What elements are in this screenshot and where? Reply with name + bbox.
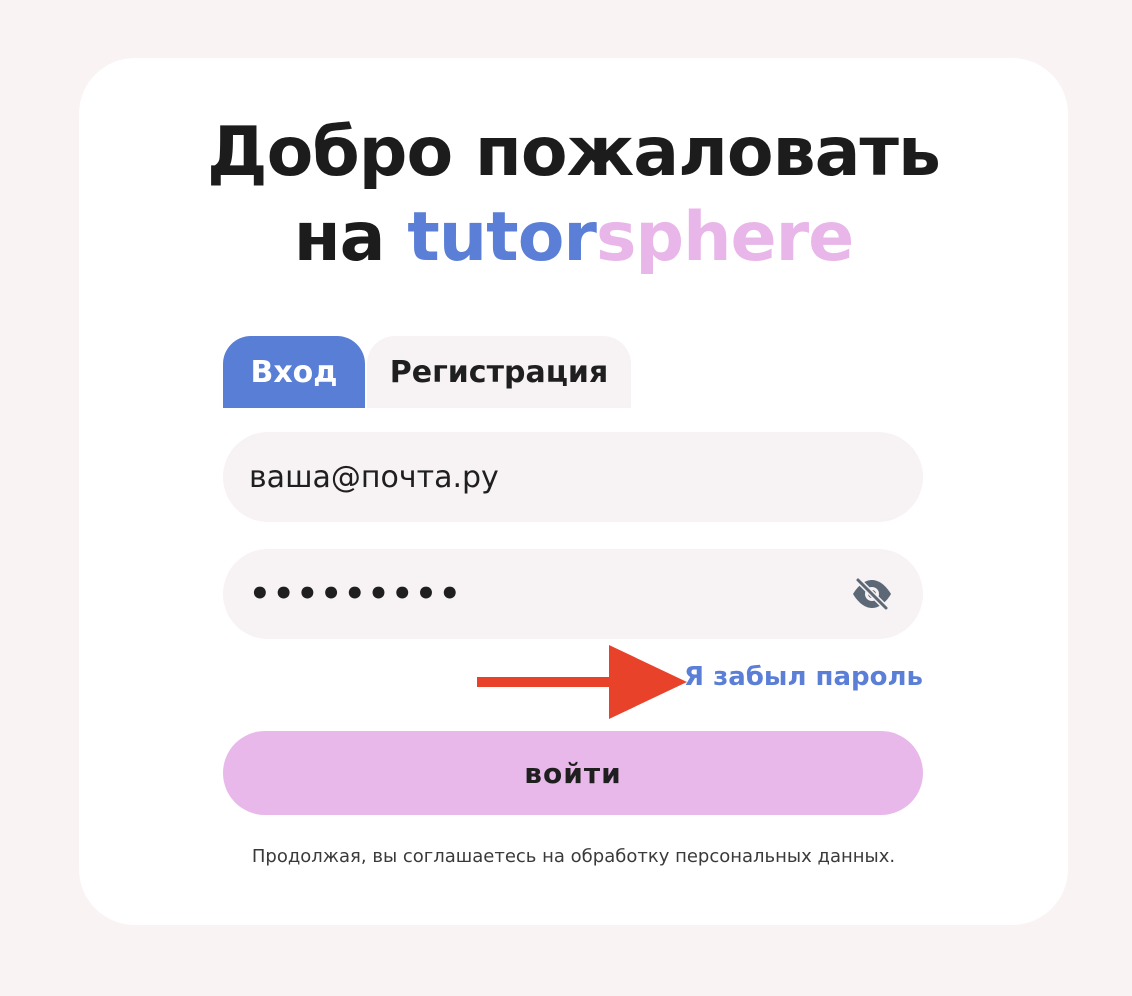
eye-slash-icon[interactable] <box>851 577 893 611</box>
brand-part-sphere: sphere <box>595 198 854 277</box>
tab-registration[interactable]: Регистрация <box>367 336 631 408</box>
brand-part-tutor: tutor <box>407 198 597 277</box>
title-prefix: на <box>293 198 386 277</box>
login-card: Добро пожаловать на tutorsphere Вход Рег… <box>79 58 1068 925</box>
brand-name: tutorsphere <box>407 198 854 277</box>
login-button[interactable]: войти <box>223 731 923 815</box>
page-title-line1: Добро пожаловать <box>207 113 941 192</box>
page-title-line2: на tutorsphere <box>79 195 1068 281</box>
email-field[interactable] <box>223 432 923 522</box>
password-input[interactable] <box>249 574 897 614</box>
password-field[interactable] <box>223 549 923 639</box>
email-input[interactable] <box>249 459 897 495</box>
forgot-password-link[interactable]: Я забыл пароль <box>684 662 923 692</box>
consent-text: Продолжая, вы соглашаетесь на обработку … <box>251 846 896 867</box>
arrow-right-icon <box>477 645 687 719</box>
tab-login[interactable]: Вход <box>223 336 365 408</box>
